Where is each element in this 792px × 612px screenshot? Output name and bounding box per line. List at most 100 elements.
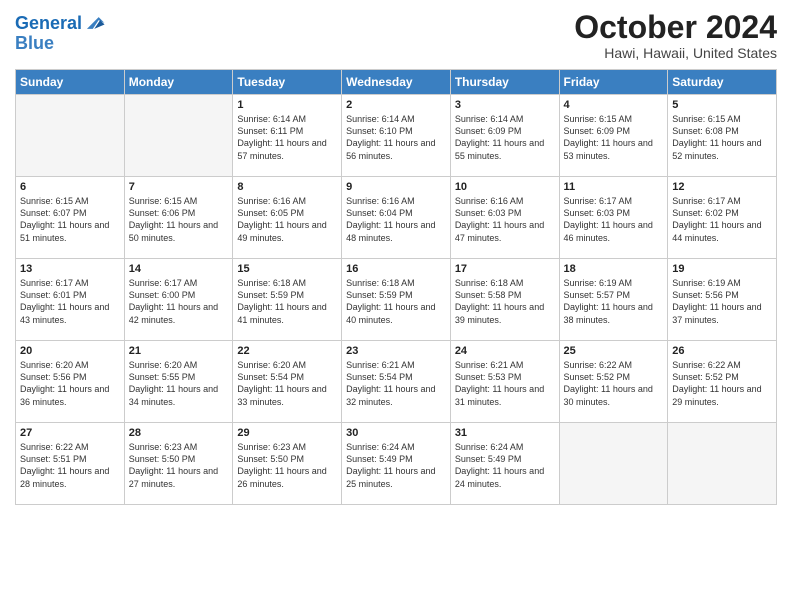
location-subtitle: Hawi, Hawaii, United States — [574, 45, 777, 61]
day-number: 28 — [129, 427, 229, 439]
weekday-header-friday: Friday — [559, 70, 668, 95]
day-number: 23 — [346, 345, 446, 357]
cell-text: Sunrise: 6:15 AM Sunset: 6:08 PM Dayligh… — [672, 113, 772, 162]
cell-text: Sunrise: 6:14 AM Sunset: 6:10 PM Dayligh… — [346, 113, 446, 162]
calendar-week-row: 6Sunrise: 6:15 AM Sunset: 6:07 PM Daylig… — [16, 177, 777, 259]
title-block: October 2024 Hawi, Hawaii, United States — [574, 10, 777, 61]
calendar-cell — [16, 95, 125, 177]
logo-icon — [84, 12, 106, 34]
cell-text: Sunrise: 6:24 AM Sunset: 5:49 PM Dayligh… — [346, 441, 446, 490]
day-number: 3 — [455, 99, 555, 111]
cell-text: Sunrise: 6:21 AM Sunset: 5:54 PM Dayligh… — [346, 359, 446, 408]
cell-text: Sunrise: 6:21 AM Sunset: 5:53 PM Dayligh… — [455, 359, 555, 408]
header: General Blue October 2024 Hawi, Hawaii, … — [15, 10, 777, 61]
calendar-cell: 30 Sunrise: 6:24 AM Sunset: 5:49 PM Dayli… — [342, 423, 451, 505]
calendar-cell: 18 Sunrise: 6:19 AM Sunset: 5:57 PM Dayli… — [559, 259, 668, 341]
calendar-cell: 26Sunrise: 6:22 AM Sunset: 5:52 PM Dayli… — [668, 341, 777, 423]
calendar-cell: 20 Sunrise: 6:20 AM Sunset: 5:56 PM Dayli… — [16, 341, 125, 423]
calendar-week-row: 1 Sunrise: 6:14 AM Sunset: 6:11 PM Daylig… — [16, 95, 777, 177]
day-number: 10 — [455, 181, 555, 193]
day-number: 29 — [237, 427, 337, 439]
cell-text: Sunrise: 6:18 AM Sunset: 5:58 PM Dayligh… — [455, 277, 555, 326]
cell-text: Sunrise: 6:17 AM Sunset: 6:00 PM Dayligh… — [129, 277, 229, 326]
calendar-cell: 6Sunrise: 6:15 AM Sunset: 6:07 PM Daylig… — [16, 177, 125, 259]
cell-text: Sunrise: 6:19 AM Sunset: 5:57 PM Dayligh… — [564, 277, 664, 326]
cell-text: Sunrise: 6:15 AM Sunset: 6:06 PM Dayligh… — [129, 195, 229, 244]
day-number: 13 — [20, 263, 120, 275]
cell-text: Sunrise: 6:16 AM Sunset: 6:03 PM Dayligh… — [455, 195, 555, 244]
calendar-cell: 5 Sunrise: 6:15 AM Sunset: 6:08 PM Daylig… — [668, 95, 777, 177]
cell-text: Sunrise: 6:24 AM Sunset: 5:49 PM Dayligh… — [455, 441, 555, 490]
calendar-cell: 1 Sunrise: 6:14 AM Sunset: 6:11 PM Daylig… — [233, 95, 342, 177]
cell-text: Sunrise: 6:19 AM Sunset: 5:56 PM Dayligh… — [672, 277, 772, 326]
calendar-week-row: 13 Sunrise: 6:17 AM Sunset: 6:01 PM Dayli… — [16, 259, 777, 341]
day-number: 19 — [672, 263, 772, 275]
weekday-header-tuesday: Tuesday — [233, 70, 342, 95]
calendar-cell: 14 Sunrise: 6:17 AM Sunset: 6:00 PM Dayli… — [124, 259, 233, 341]
cell-text: Sunrise: 6:20 AM Sunset: 5:55 PM Dayligh… — [129, 359, 229, 408]
day-number: 14 — [129, 263, 229, 275]
calendar-table: SundayMondayTuesdayWednesdayThursdayFrid… — [15, 69, 777, 505]
calendar-cell: 4 Sunrise: 6:15 AM Sunset: 6:09 PM Daylig… — [559, 95, 668, 177]
day-number: 25 — [564, 345, 664, 357]
calendar-cell: 7 Sunrise: 6:15 AM Sunset: 6:06 PM Daylig… — [124, 177, 233, 259]
cell-text: Sunrise: 6:23 AM Sunset: 5:50 PM Dayligh… — [237, 441, 337, 490]
calendar-cell: 29 Sunrise: 6:23 AM Sunset: 5:50 PM Dayli… — [233, 423, 342, 505]
calendar-cell: 13 Sunrise: 6:17 AM Sunset: 6:01 PM Dayli… — [16, 259, 125, 341]
calendar-cell: 15Sunrise: 6:18 AM Sunset: 5:59 PM Dayli… — [233, 259, 342, 341]
day-number: 2 — [346, 99, 446, 111]
day-number: 16 — [346, 263, 446, 275]
day-number: 20 — [20, 345, 120, 357]
calendar-cell: 19 Sunrise: 6:19 AM Sunset: 5:56 PM Dayli… — [668, 259, 777, 341]
calendar-cell: 24 Sunrise: 6:21 AM Sunset: 5:53 PM Dayli… — [450, 341, 559, 423]
weekday-header-saturday: Saturday — [668, 70, 777, 95]
calendar-cell: 8Sunrise: 6:16 AM Sunset: 6:05 PM Daylig… — [233, 177, 342, 259]
cell-text: Sunrise: 6:15 AM Sunset: 6:09 PM Dayligh… — [564, 113, 664, 162]
day-number: 27 — [20, 427, 120, 439]
weekday-header-sunday: Sunday — [16, 70, 125, 95]
logo-text: General — [15, 14, 82, 34]
cell-text: Sunrise: 6:22 AM Sunset: 5:51 PM Dayligh… — [20, 441, 120, 490]
cell-text: Sunrise: 6:14 AM Sunset: 6:09 PM Dayligh… — [455, 113, 555, 162]
calendar-cell: 10 Sunrise: 6:16 AM Sunset: 6:03 PM Dayli… — [450, 177, 559, 259]
cell-text: Sunrise: 6:17 AM Sunset: 6:01 PM Dayligh… — [20, 277, 120, 326]
day-number: 18 — [564, 263, 664, 275]
calendar-cell — [559, 423, 668, 505]
calendar-cell: 2 Sunrise: 6:14 AM Sunset: 6:10 PM Daylig… — [342, 95, 451, 177]
day-number: 26 — [672, 345, 772, 357]
calendar-cell: 27 Sunrise: 6:22 AM Sunset: 5:51 PM Dayli… — [16, 423, 125, 505]
cell-text: Sunrise: 6:16 AM Sunset: 6:05 PM Dayligh… — [237, 195, 337, 244]
day-number: 22 — [237, 345, 337, 357]
logo: General Blue — [15, 10, 106, 54]
cell-text: Sunrise: 6:20 AM Sunset: 5:56 PM Dayligh… — [20, 359, 120, 408]
cell-text: Sunrise: 6:17 AM Sunset: 6:02 PM Dayligh… — [672, 195, 772, 244]
day-number: 7 — [129, 181, 229, 193]
day-number: 1 — [237, 99, 337, 111]
calendar-cell: 28 Sunrise: 6:23 AM Sunset: 5:50 PM Dayli… — [124, 423, 233, 505]
calendar-week-row: 27 Sunrise: 6:22 AM Sunset: 5:51 PM Dayli… — [16, 423, 777, 505]
calendar-cell: 11Sunrise: 6:17 AM Sunset: 6:03 PM Dayli… — [559, 177, 668, 259]
day-number: 24 — [455, 345, 555, 357]
day-number: 30 — [346, 427, 446, 439]
day-number: 15 — [237, 263, 337, 275]
cell-text: Sunrise: 6:20 AM Sunset: 5:54 PM Dayligh… — [237, 359, 337, 408]
calendar-cell: 9Sunrise: 6:16 AM Sunset: 6:04 PM Daylig… — [342, 177, 451, 259]
day-number: 6 — [20, 181, 120, 193]
cell-text: Sunrise: 6:22 AM Sunset: 5:52 PM Dayligh… — [564, 359, 664, 408]
day-number: 21 — [129, 345, 229, 357]
cell-text: Sunrise: 6:18 AM Sunset: 5:59 PM Dayligh… — [346, 277, 446, 326]
calendar-cell: 23 Sunrise: 6:21 AM Sunset: 5:54 PM Dayli… — [342, 341, 451, 423]
calendar-cell: 25 Sunrise: 6:22 AM Sunset: 5:52 PM Dayli… — [559, 341, 668, 423]
page: General Blue October 2024 Hawi, Hawaii, … — [0, 0, 792, 612]
calendar-cell: 12Sunrise: 6:17 AM Sunset: 6:02 PM Dayli… — [668, 177, 777, 259]
day-number: 4 — [564, 99, 664, 111]
calendar-cell: 16 Sunrise: 6:18 AM Sunset: 5:59 PM Dayli… — [342, 259, 451, 341]
calendar-cell: 31Sunrise: 6:24 AM Sunset: 5:49 PM Dayli… — [450, 423, 559, 505]
cell-text: Sunrise: 6:23 AM Sunset: 5:50 PM Dayligh… — [129, 441, 229, 490]
cell-text: Sunrise: 6:17 AM Sunset: 6:03 PM Dayligh… — [564, 195, 664, 244]
day-number: 5 — [672, 99, 772, 111]
weekday-header-wednesday: Wednesday — [342, 70, 451, 95]
cell-text: Sunrise: 6:16 AM Sunset: 6:04 PM Dayligh… — [346, 195, 446, 244]
cell-text: Sunrise: 6:14 AM Sunset: 6:11 PM Dayligh… — [237, 113, 337, 162]
day-number: 17 — [455, 263, 555, 275]
